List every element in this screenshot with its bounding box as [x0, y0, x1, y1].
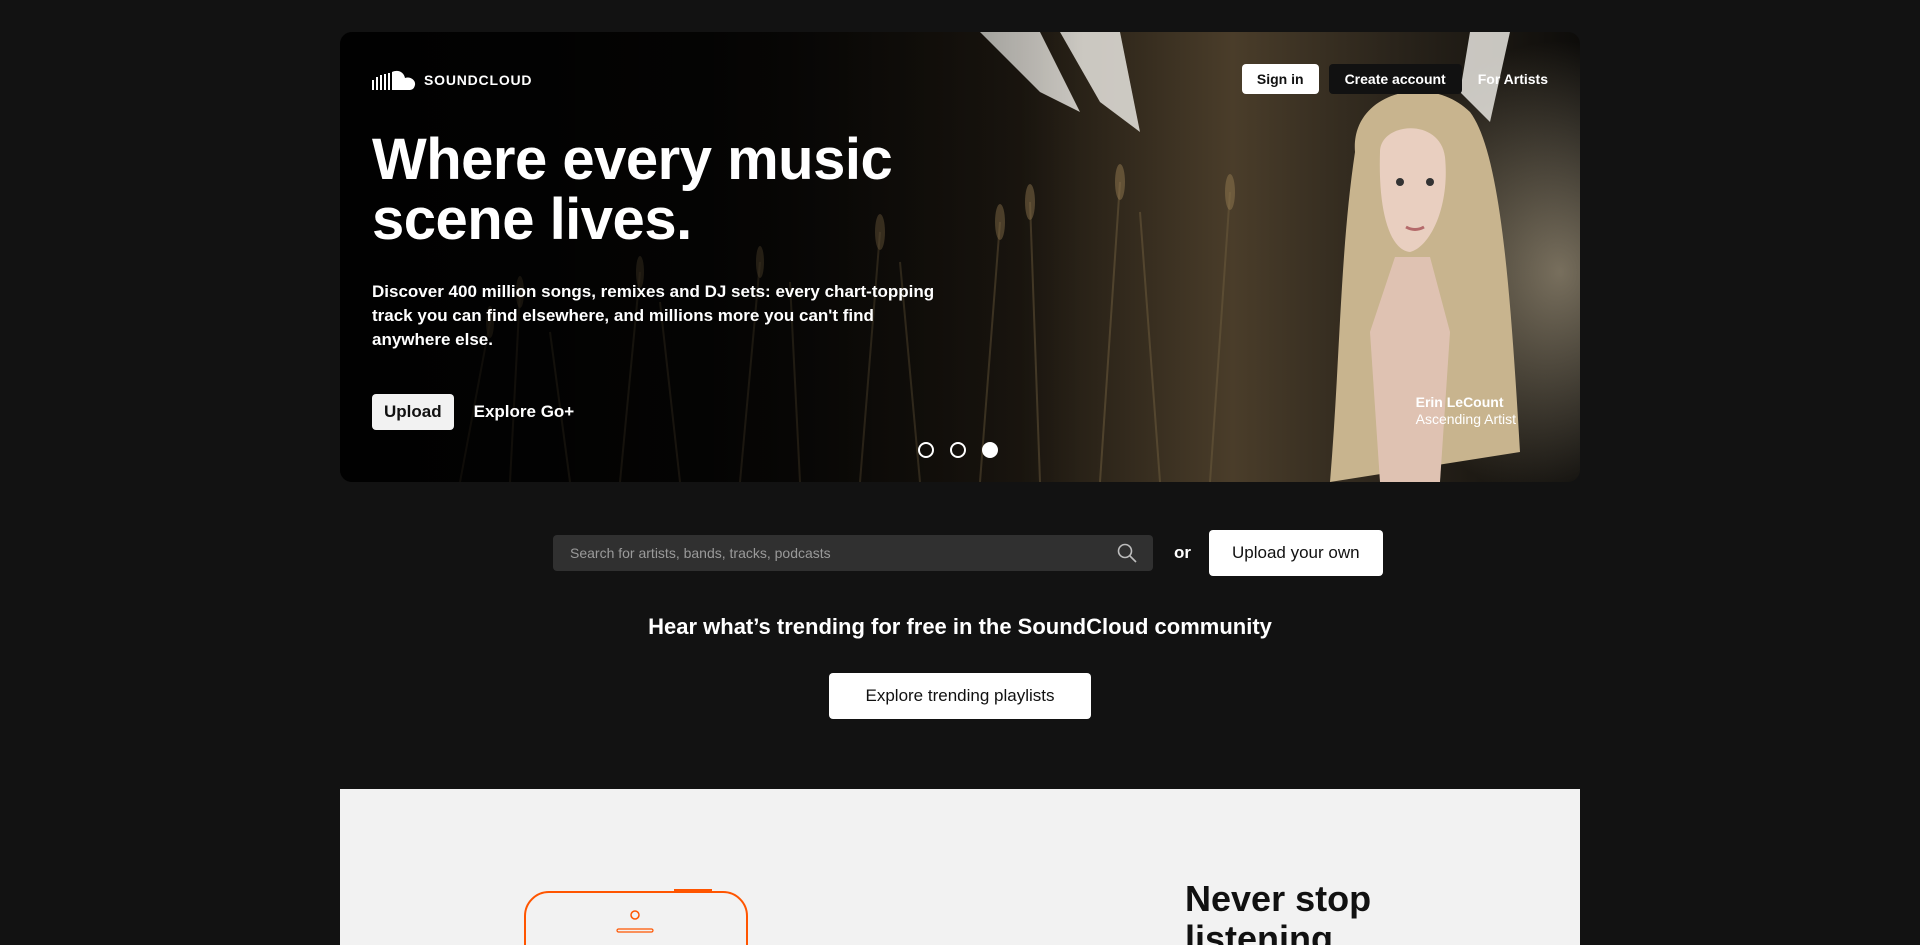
brand-name: SOUNDCLOUD — [424, 72, 533, 88]
explore-trending-playlists-button[interactable]: Explore trending playlists — [829, 673, 1091, 719]
soundcloud-cloud-icon — [372, 70, 416, 90]
hero-banner: SOUNDCLOUD Sign in Create account For Ar… — [340, 32, 1580, 482]
search-row: or Upload your own — [553, 530, 1383, 576]
brand-logo[interactable]: SOUNDCLOUD — [372, 70, 532, 90]
hero-subtext: Discover 400 million songs, remixes and … — [372, 282, 935, 349]
hero-actions: Upload Explore Go+ — [372, 394, 574, 430]
create-account-button[interactable]: Create account — [1328, 64, 1462, 94]
hero-headline: Where every music scene lives. — [372, 127, 893, 252]
search-icon[interactable] — [1117, 543, 1137, 563]
promo-heading: Never stop listening — [1185, 878, 1372, 945]
artist-credit: Erin LeCount Ascending Artist — [1416, 394, 1516, 428]
or-label: or — [1174, 543, 1191, 562]
artist-credit-name: Erin LeCount — [1415, 394, 1504, 410]
artist-credit-role: Ascending Artist — [1415, 411, 1516, 427]
upload-button[interactable]: Upload — [372, 394, 454, 430]
carousel-dot-3[interactable] — [982, 442, 998, 458]
carousel-dot-2[interactable] — [950, 442, 966, 458]
carousel-dot-1[interactable] — [918, 442, 934, 458]
search-box — [553, 535, 1153, 571]
trending-heading: Hear what’s trending for free in the Sou… — [648, 614, 1272, 639]
upload-your-own-button[interactable]: Upload your own — [1209, 530, 1383, 576]
sign-in-button[interactable]: Sign in — [1241, 64, 1319, 94]
explore-goplus-link[interactable]: Explore Go+ — [474, 402, 575, 422]
for-artists-link[interactable]: For Artists — [1472, 71, 1548, 87]
search-input[interactable] — [553, 535, 1153, 571]
promo-panel: Never stop listening — [340, 789, 1580, 945]
phone-illustration-icon — [524, 889, 748, 945]
header-nav: Sign in Create account For Artists — [1241, 64, 1548, 94]
carousel-dots — [918, 442, 998, 458]
